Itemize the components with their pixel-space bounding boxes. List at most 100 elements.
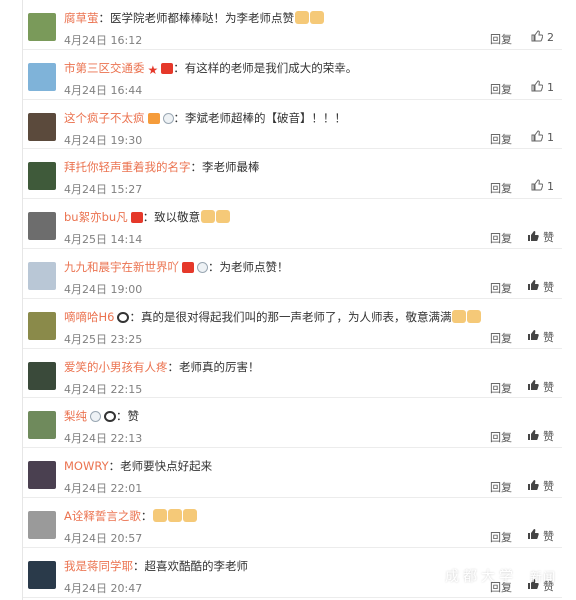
avatar[interactable] bbox=[28, 212, 56, 241]
like-button[interactable]: 赞 bbox=[527, 329, 554, 345]
comment-text: ：老师真的厉害！ bbox=[167, 359, 260, 374]
star-badge-icon: ★ bbox=[147, 62, 159, 77]
like-button[interactable]: 赞 bbox=[527, 229, 554, 245]
timestamp: 4月24日 22:13 bbox=[64, 432, 143, 446]
avatar[interactable] bbox=[28, 261, 56, 290]
like-button[interactable]: 赞 bbox=[527, 279, 554, 295]
comment-text: ：超喜欢酷酷的李老师 bbox=[133, 558, 248, 573]
username[interactable]: A诠释誓言之歌 bbox=[64, 509, 141, 523]
comment-item: 嘀嘀哈H6 ：真的是很对得起我们叫的那一声老师了，为人师表，敬意满满 4月25日 … bbox=[22, 299, 562, 349]
thumbs-up-outline-icon bbox=[531, 130, 543, 145]
username[interactable]: 嘀嘀哈H6 bbox=[64, 310, 114, 324]
avatar[interactable] bbox=[28, 112, 56, 141]
thumbs-up-icon bbox=[153, 508, 168, 522]
comment-item: 梨纯 ：赞 4月24日 22:13 回复 赞 bbox=[22, 398, 562, 449]
comment-text: ：致以敬意 bbox=[142, 210, 201, 225]
reply-button[interactable]: 回复 bbox=[490, 81, 512, 97]
reply-button[interactable]: 回复 bbox=[490, 230, 512, 246]
username[interactable]: 梨纯 bbox=[64, 409, 87, 423]
watermark-title: 成都大学 bbox=[444, 569, 517, 585]
university-logo-icon bbox=[420, 567, 439, 585]
like-count: 1 bbox=[547, 180, 554, 194]
red-badge-icon bbox=[161, 62, 174, 74]
username[interactable]: bu絮亦bu凡 bbox=[64, 210, 128, 224]
like-button[interactable]: 1 bbox=[531, 80, 554, 95]
comment-text: ：赞 bbox=[116, 409, 139, 424]
username[interactable]: 腐草萤 bbox=[64, 11, 99, 25]
username[interactable]: 拜托你轻声重着我的名字 bbox=[64, 160, 191, 174]
like-button[interactable]: 赞 bbox=[527, 478, 554, 494]
watermark: 成都大学 新闻 bbox=[420, 566, 556, 586]
username[interactable]: MOWRY bbox=[64, 459, 109, 473]
thumbs-up-icon bbox=[527, 429, 539, 444]
avatar[interactable] bbox=[28, 361, 56, 390]
clap-icon bbox=[467, 309, 482, 323]
comment-text: ：李斌老师超棒的【破音】！！！ bbox=[173, 110, 347, 125]
like-button[interactable]: 赞 bbox=[527, 528, 554, 544]
thumbs-up-outline-icon bbox=[531, 30, 543, 45]
like-count: 1 bbox=[547, 80, 554, 94]
avatar[interactable] bbox=[28, 162, 56, 191]
like-button[interactable]: 赞 bbox=[527, 379, 554, 395]
thumbs-up-icon bbox=[527, 528, 539, 543]
username[interactable]: 市第三区交通委 bbox=[64, 61, 145, 75]
reply-button[interactable]: 回复 bbox=[490, 31, 512, 47]
like-count: 赞 bbox=[543, 231, 554, 245]
comment-item: A诠释誓言之歌： 4月24日 20:57 回复 赞 bbox=[22, 498, 562, 548]
timestamp: 4月24日 22:01 bbox=[64, 482, 143, 496]
like-count: 赞 bbox=[543, 529, 554, 543]
avatar[interactable] bbox=[28, 311, 56, 340]
thumbs-up-icon bbox=[295, 11, 309, 24]
comment-item: 这个疯子不太疯 ：李斌老师超棒的【破音】！！！ 4月24日 19:30 回复 1 bbox=[22, 100, 562, 150]
username[interactable]: 我是蒋同学耶 bbox=[64, 559, 133, 573]
comment-item: 拜托你轻声重着我的名字：李老师最棒 4月24日 15:27 回复 1 bbox=[22, 149, 562, 200]
username[interactable]: 这个疯子不太疯 bbox=[64, 111, 145, 125]
like-button[interactable]: 2 bbox=[531, 30, 554, 45]
timestamp: 4月25日 14:14 bbox=[64, 233, 143, 247]
reply-button[interactable]: 回复 bbox=[490, 529, 512, 545]
reply-button[interactable]: 回复 bbox=[490, 131, 512, 147]
comment-text: ：老师要快点好起来 bbox=[108, 459, 213, 474]
like-count: 赞 bbox=[543, 280, 554, 294]
like-count: 1 bbox=[547, 130, 554, 144]
reply-button[interactable]: 回复 bbox=[490, 180, 512, 196]
like-button[interactable]: 1 bbox=[531, 179, 554, 194]
comment-item: 市第三区交通委 ★ ：有这样的老师是我们成大的荣幸。 4月24日 16:44 回复 … bbox=[22, 50, 562, 100]
reply-button[interactable]: 回复 bbox=[490, 380, 512, 396]
comment-text: ：真的是很对得起我们叫的那一声老师了，为人师表，敬意满满 bbox=[129, 309, 452, 324]
reply-button[interactable]: 回复 bbox=[490, 280, 512, 296]
reply-button[interactable]: 回复 bbox=[490, 479, 512, 495]
timestamp: 4月24日 16:12 bbox=[64, 34, 143, 47]
watermark-sub: 新闻 bbox=[522, 567, 556, 585]
comment-text: ：为老师点赞！ bbox=[208, 259, 289, 274]
avatar[interactable] bbox=[28, 411, 56, 440]
thumbs-up-icon bbox=[201, 210, 216, 224]
like-count: 赞 bbox=[543, 480, 554, 494]
timestamp: 4月24日 22:15 bbox=[64, 382, 143, 396]
avatar[interactable] bbox=[28, 461, 56, 490]
timestamp: 4月24日 19:30 bbox=[64, 133, 143, 147]
avatar[interactable] bbox=[28, 560, 56, 589]
username[interactable]: 爱笑的小男孩有人疼 bbox=[64, 360, 168, 374]
like-button[interactable]: 1 bbox=[531, 130, 554, 145]
comment-text: ：李老师最棒 bbox=[190, 160, 260, 175]
avatar[interactable] bbox=[28, 62, 56, 91]
username[interactable]: 九九和晨宇在新世界吖 bbox=[64, 260, 179, 274]
comment-list: 腐草萤：医学院老师都棒棒哒！为李老师点赞 4月24日 16:12 回复 2 市第… bbox=[22, 0, 562, 600]
like-count: 赞 bbox=[543, 380, 554, 394]
panda-badge-icon bbox=[104, 411, 116, 423]
thumbs-up-icon bbox=[527, 230, 539, 245]
avatar[interactable] bbox=[28, 13, 56, 41]
reply-button[interactable]: 回复 bbox=[490, 330, 512, 346]
medal-badge-icon bbox=[162, 112, 174, 124]
like-button[interactable]: 赞 bbox=[527, 428, 554, 444]
timestamp: 4月24日 15:27 bbox=[64, 183, 143, 197]
thumbs-up-icon bbox=[216, 210, 231, 224]
thumbs-up-icon bbox=[168, 508, 183, 522]
thumbs-up-icon bbox=[183, 508, 198, 522]
medal-badge-icon bbox=[90, 411, 101, 423]
reply-button[interactable]: 回复 bbox=[490, 429, 512, 445]
like-count: 赞 bbox=[543, 330, 554, 344]
like-count: 赞 bbox=[543, 430, 554, 444]
avatar[interactable] bbox=[28, 510, 56, 539]
